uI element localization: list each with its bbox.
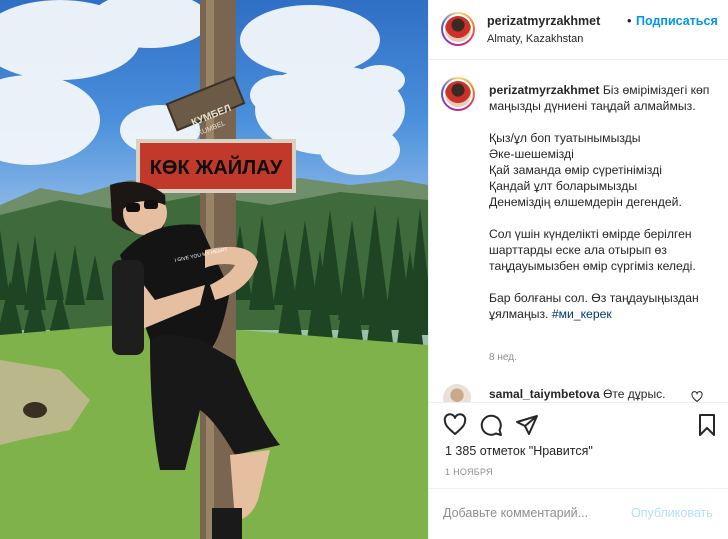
separator-dot: • <box>627 13 632 28</box>
sign-main-text: КӨК ЖАЙЛАУ <box>150 155 283 179</box>
comment-username[interactable]: samal_taiymbetova <box>489 387 600 401</box>
author-username[interactable]: perizatmyrzakhmet <box>487 14 600 28</box>
post-photo[interactable]: КУМБЕЛ KUMBEL КӨК ЖАЙЛАУ I GIVE YOU MY H… <box>0 0 428 539</box>
comment-input[interactable] <box>443 506 618 520</box>
share-icon[interactable] <box>515 413 539 437</box>
caption-username[interactable]: perizatmyrzakhmet <box>489 83 599 97</box>
photo-illustration: КУМБЕЛ KUMBEL КӨК ЖАЙЛАУ I GIVE YOU MY H… <box>0 0 428 539</box>
bookmark-icon[interactable] <box>695 413 719 437</box>
caption-p2-line: Денеміздің өлшемдерін дегендей. <box>489 195 682 209</box>
caption-paragraph-3: Сол үшін күнделікті өмірде берілген шарт… <box>489 227 696 273</box>
comment-icon[interactable] <box>479 413 503 437</box>
caption-paragraph-4: Бар болғаны сол. Өз таңдауыңыздан ұялмаң… <box>489 290 721 322</box>
comment-text: Өте дұрыс. <box>603 387 666 401</box>
comment-item: samal_taiymbetova Өте дұрыс. <box>489 387 665 401</box>
comment-form: Опубликовать <box>429 488 728 539</box>
caption-p2-line: Әке-шешемізді <box>489 147 574 161</box>
post-panel: perizatmyrzakhmet • Подписаться Almaty, … <box>428 0 728 539</box>
caption-hashtag[interactable]: #ми_керек <box>552 307 612 321</box>
comment-like-icon[interactable] <box>691 391 703 402</box>
caption-p2-line: Қай заманда өмір сүретінімізді <box>489 163 662 177</box>
publish-button[interactable]: Опубликовать <box>631 506 713 520</box>
post-date[interactable]: 1 НОЯБРЯ <box>445 467 493 477</box>
post-location[interactable]: Almaty, Kazakhstan <box>487 33 583 45</box>
heart-icon[interactable] <box>443 413 467 437</box>
commenter-avatar[interactable] <box>443 384 471 402</box>
caption-paragraph-2: Қыз/ұл боп туатынымызды Әке-шешемізді Қа… <box>489 130 721 210</box>
likes-count[interactable]: 1 385 отметок "Нравится" <box>445 444 593 458</box>
action-bar <box>429 402 728 442</box>
caption-p2-line: Қандай ұлт боларымызды <box>489 179 638 193</box>
comments-area[interactable]: perizatmyrzakhmet Біз өміріміздегі көп м… <box>429 61 728 402</box>
author-avatar[interactable] <box>441 12 475 46</box>
caption-time[interactable]: 8 нед. <box>489 352 517 363</box>
post-caption: perizatmyrzakhmet Біз өміріміздегі көп м… <box>489 82 721 322</box>
caption-p2-line: Қыз/ұл боп туатынымызды <box>489 131 641 145</box>
follow-button[interactable]: Подписаться <box>636 14 718 28</box>
post-header: perizatmyrzakhmet • Подписаться Almaty, … <box>429 0 728 60</box>
caption-avatar[interactable] <box>441 77 475 111</box>
